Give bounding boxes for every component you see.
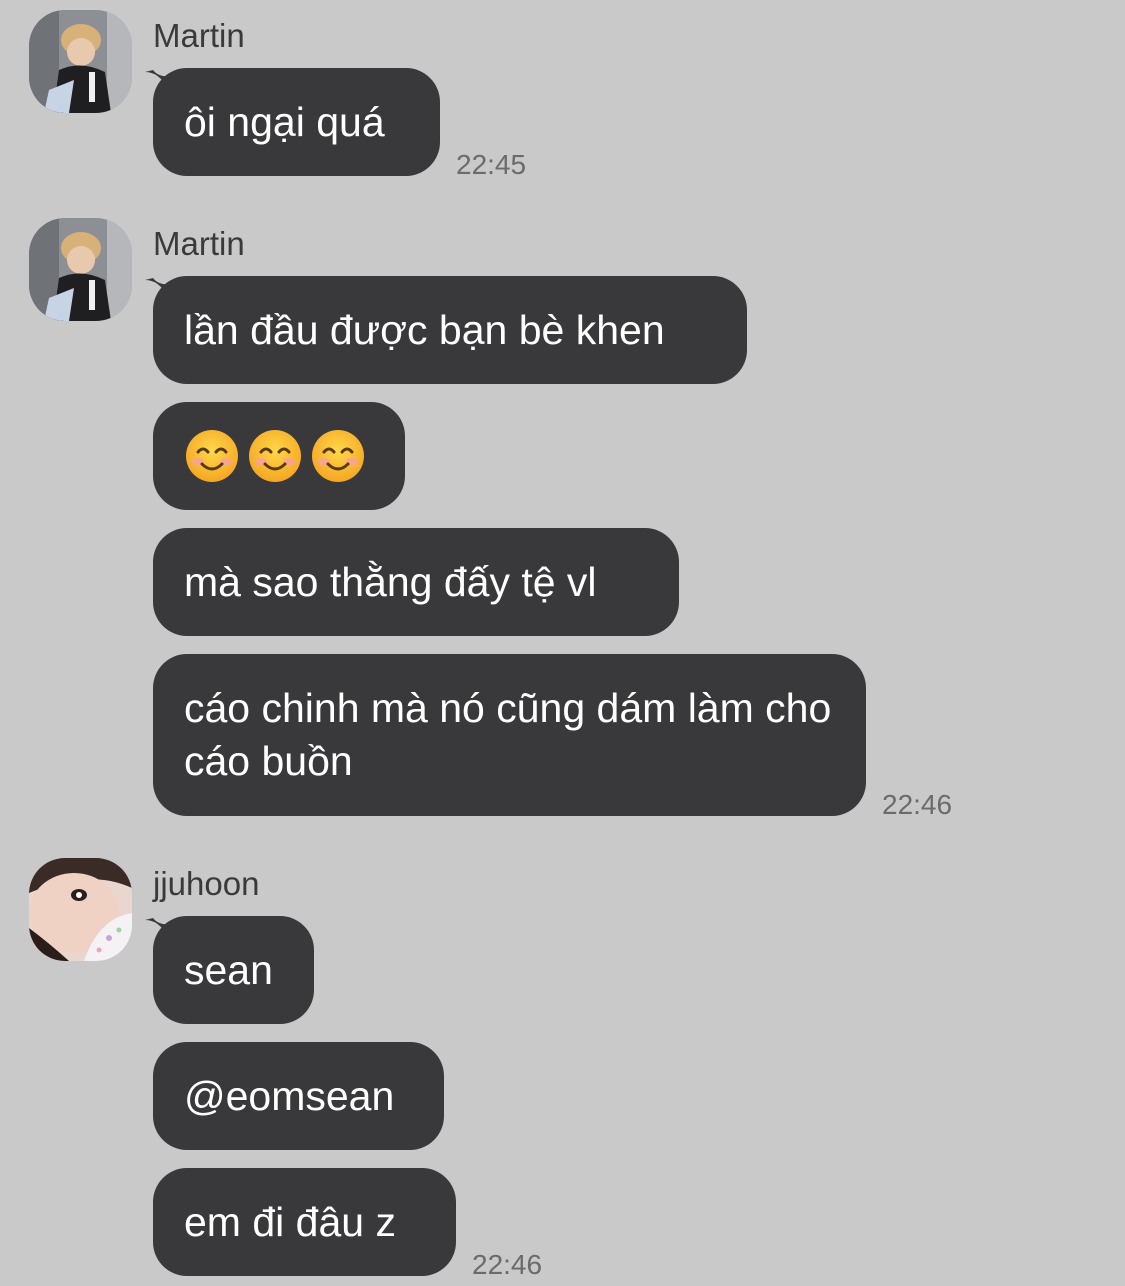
avatar-image xyxy=(29,10,132,113)
message-text: sean xyxy=(184,946,273,993)
message-bubble[interactable]: em đi đâu z xyxy=(153,1168,456,1276)
sender-name: jjuhoon xyxy=(153,865,260,902)
message-time: 22:46 xyxy=(882,789,953,820)
mention-text[interactable]: @eomsean xyxy=(184,1073,394,1120)
message-time: 22:45 xyxy=(456,149,527,180)
message-bubble[interactable]: ôi ngại quá xyxy=(153,68,440,176)
avatar-martin[interactable] xyxy=(29,10,132,113)
avatar-image xyxy=(29,218,132,321)
message-time: 22:46 xyxy=(472,1249,543,1280)
message-text: mà sao thằng đấy tệ vl xyxy=(184,558,597,605)
message-bubble-emoji[interactable] xyxy=(153,402,405,510)
avatar-martin[interactable] xyxy=(29,218,132,321)
message-bubble[interactable]: sean xyxy=(153,916,314,1024)
avatar-image xyxy=(29,858,132,961)
smiling-face-emoji-icon xyxy=(312,430,364,482)
avatar-jjuhoon[interactable] xyxy=(29,858,132,961)
message-text: cáo chinh mà nó cũng dám làm cho cáo buồ… xyxy=(184,685,832,784)
sender-name: Martin xyxy=(153,17,245,54)
message-bubble[interactable]: cáo chinh mà nó cũng dám làm cho cáo buồ… xyxy=(153,654,866,816)
smiling-face-emoji-icon xyxy=(186,430,238,482)
message-text: lần đầu được bạn bè khen xyxy=(184,306,665,353)
message-text: ôi ngại quá xyxy=(184,98,385,145)
sender-name: Martin xyxy=(153,225,245,262)
message-text: em đi đâu z xyxy=(184,1198,396,1245)
emoji-row xyxy=(184,428,366,484)
smiling-face-emoji-icon xyxy=(249,430,301,482)
message-bubble[interactable]: mà sao thằng đấy tệ vl xyxy=(153,528,679,636)
message-bubble-mention[interactable]: @eomsean xyxy=(153,1042,444,1150)
message-bubble[interactable]: lần đầu được bạn bè khen xyxy=(153,276,747,384)
